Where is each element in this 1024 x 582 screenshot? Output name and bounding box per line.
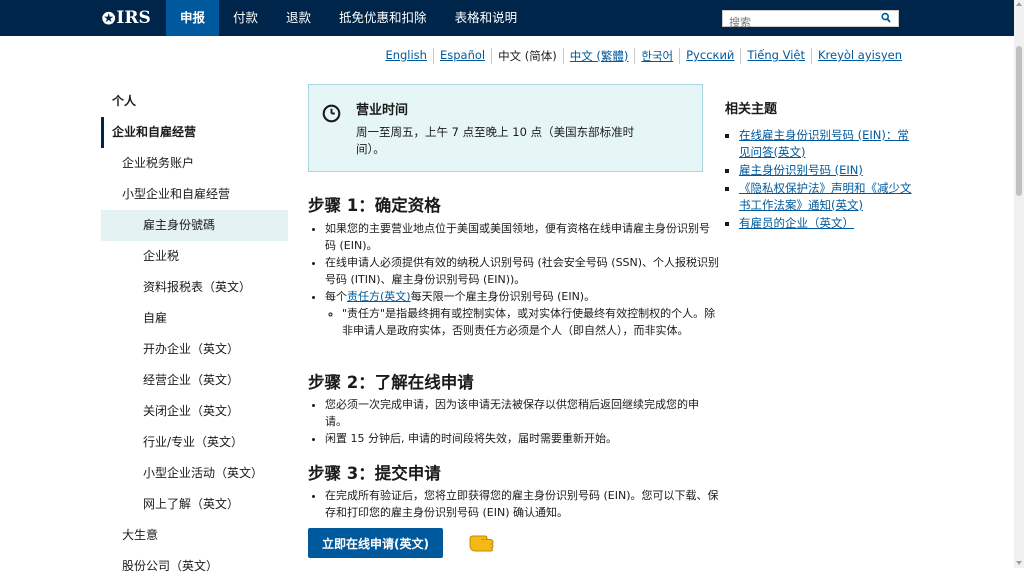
sidebar-item-self-employed[interactable]: 自雇 (101, 303, 288, 334)
sidebar-item-large-business[interactable]: 大生意 (101, 520, 288, 551)
logo-text: IRS (116, 8, 151, 28)
lang-english[interactable]: English (379, 48, 433, 64)
alert-text: 周一至周五，上午 7 点至晚上 10 点（美国东部标准时间）。 (356, 125, 635, 156)
sidebar-item-industries[interactable]: 行业/专业（英文） (101, 427, 288, 458)
nav-file[interactable]: 申报 (166, 0, 220, 36)
related-link-privacy-act[interactable]: 《隐私权保护法》声明和《减少文书工作法案》通知(英文) (739, 181, 912, 212)
clock-icon (322, 104, 341, 123)
main-nav: 申报 付款 退款 抵免优惠和扣除 表格和说明 (166, 0, 531, 36)
lang-haitian-creole[interactable]: Kreyòl ayisyen (811, 48, 908, 64)
sidebar-item-small-business-events[interactable]: 小型企业活动（英文） (101, 458, 288, 489)
step1-heading: 步骤 1：确定资格 (308, 196, 441, 215)
list-item: "责任方"是指最终拥有或控制实体，或对实体行使最终有效控制权的个人。除非申请人是… (342, 305, 720, 339)
lang-korean[interactable]: 한국어 (634, 48, 679, 64)
sidebar-item-business-taxes[interactable]: 企业税 (101, 241, 288, 272)
sidebar-item-online-learning[interactable]: 网上了解（英文） (101, 489, 288, 520)
step2-list: 您必须一次完成申请，因为该申请无法被保存以供您稍后返回继续完成您的申请。 闲置 … (308, 396, 720, 447)
list-item: 雇主身份识别号码 (EIN) (739, 162, 915, 179)
page-scrollbar[interactable] (1014, 0, 1024, 568)
nav-refunds[interactable]: 退款 (272, 0, 325, 36)
sidebar-item-small-business[interactable]: 小型企业和自雇经营 (101, 179, 288, 210)
list-item: 您必须一次完成申请，因为该申请无法被保存以供您稍后返回继续完成您的申请。 (325, 396, 720, 430)
step2-heading: 步骤 2：了解在线申请 (308, 373, 474, 392)
pointing-hand-icon (469, 535, 494, 552)
scroll-thumb[interactable] (1016, 46, 1022, 196)
related-link-ein-faq[interactable]: 在线雇主身份识别号码 (EIN)：常见问答(英文) (739, 128, 909, 159)
related-links-list: 在线雇主身份识别号码 (EIN)：常见问答(英文) 雇主身份识别号码 (EIN)… (725, 127, 915, 232)
step1-sublist: "责任方"是指最终拥有或控制实体，或对实体行使最终有效控制权的个人。除非申请人是… (325, 305, 720, 339)
related-topics: 相关主题 在线雇主身份识别号码 (EIN)：常见问答(英文) 雇主身份识别号码 … (725, 98, 915, 233)
sidebar-item-individuals[interactable]: 个人 (101, 86, 288, 117)
main-content: 营业时间 周一至周五，上午 7 点至晚上 10 点（美国东部标准时间）。 步骤 … (308, 84, 719, 558)
alert-title: 营业时间 (356, 103, 409, 118)
lang-spanish[interactable]: Español (432, 48, 491, 64)
related-topics-title: 相关主题 (725, 102, 778, 117)
bullet-text: 每天限一个雇主身份识别号码 (EIN)。 (410, 290, 596, 303)
sidebar-item-ein[interactable]: 雇主身份號碼 (101, 210, 288, 241)
lang-chinese-traditional[interactable]: 中文 (繁體) (562, 48, 635, 64)
step3-heading: 步骤 3：提交申请 (308, 464, 441, 483)
nav-forms-instructions[interactable]: 表格和说明 (441, 0, 532, 36)
list-item: 有雇员的企业（英文） (739, 215, 915, 232)
responsible-party-link[interactable]: 责任方(英文) (347, 290, 411, 303)
lang-russian[interactable]: Русский (679, 48, 740, 64)
eagle-seal-icon: ✪ (102, 8, 116, 28)
lang-chinese-simplified: 中文 (简体) (491, 48, 563, 64)
nav-pay[interactable]: 付款 (219, 0, 272, 36)
apply-online-button[interactable]: 立即在线申请(英文) (308, 528, 443, 558)
bullet-text: 每个 (325, 290, 347, 303)
business-hours-alert: 营业时间 周一至周五，上午 7 点至晚上 10 点（美国东部标准时间）。 (308, 84, 703, 172)
search-box (722, 10, 899, 30)
sidebar-item-starting-business[interactable]: 开办企业（英文） (101, 334, 288, 365)
list-item: 在线申请人必须提供有效的纳税人识别号码 (社会安全号码 (SSN)、个人报税识别… (325, 254, 720, 288)
list-item: 每个责任方(英文)每天限一个雇主身份识别号码 (EIN)。 "责任方"是指最终拥… (325, 288, 720, 339)
related-link-employers[interactable]: 有雇员的企业（英文） (739, 216, 854, 230)
list-item: 《隐私权保护法》声明和《减少文书工作法案》通知(英文) (739, 180, 915, 214)
sidebar-item-business-tax-account[interactable]: 企业税务账户 (101, 148, 288, 179)
sidebar-item-business-self-employed[interactable]: 企业和自雇经营 (101, 117, 288, 148)
step1-list: 如果您的主要营业地点位于美国或美国领地，便有资格在线申请雇主身份识别号码 (EI… (308, 220, 720, 339)
sidebar-item-corporations[interactable]: 股份公司（英文） (101, 551, 288, 582)
search-input[interactable] (723, 15, 879, 30)
sidebar-nav: 个人 企业和自雇经营 企业税务账户 小型企业和自雇经营 雇主身份號碼 企业税 资… (101, 86, 288, 582)
lang-vietnamese[interactable]: Tiếng Việt (740, 48, 811, 64)
step3-list: 在完成所有验证后，您将立即获得您的雇主身份识别号码 (EIN)。您可以下载、保存… (308, 487, 720, 521)
search-icon[interactable] (881, 12, 891, 24)
list-item: 闲置 15 分钟后, 申请的时间段将失效，届时需要重新开始。 (325, 430, 720, 447)
sidebar-item-closing-business[interactable]: 关闭企业（英文） (101, 396, 288, 427)
scroll-up-arrow-icon[interactable] (1016, 2, 1022, 6)
scroll-down-arrow-icon[interactable] (1016, 561, 1022, 565)
related-link-ein[interactable]: 雇主身份识别号码 (EIN) (739, 163, 863, 177)
nav-credits-deductions[interactable]: 抵免优惠和扣除 (325, 0, 441, 36)
language-selector: English Español 中文 (简体) 中文 (繁體) 한국어 Русс… (379, 48, 908, 64)
sidebar-item-operating-business[interactable]: 经营企业（英文） (101, 365, 288, 396)
top-navigation-bar: ✪ IRS 申报 付款 退款 抵免优惠和扣除 表格和说明 (0, 0, 1014, 36)
list-item: 在线雇主身份识别号码 (EIN)：常见问答(英文) (739, 127, 915, 161)
list-item: 在完成所有验证后，您将立即获得您的雇主身份识别号码 (EIN)。您可以下载、保存… (325, 487, 720, 521)
sidebar-item-information-returns[interactable]: 资料报税表（英文） (101, 272, 288, 303)
list-item: 如果您的主要营业地点位于美国或美国领地，便有资格在线申请雇主身份识别号码 (EI… (325, 220, 720, 254)
irs-logo[interactable]: ✪ IRS (102, 6, 151, 30)
